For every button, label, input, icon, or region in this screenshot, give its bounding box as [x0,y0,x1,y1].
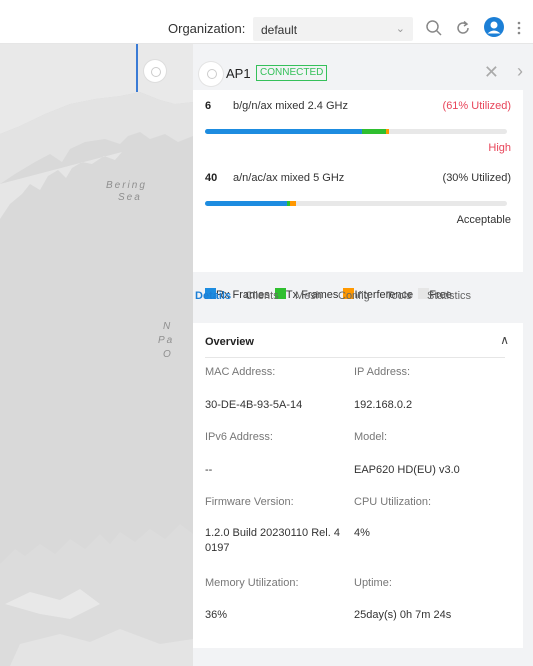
band-utilization: (61% Utilized) [442,100,511,112]
top-bar: Organization: default ⌄ [0,0,533,44]
field-value: 1.2.0 Build 20230110 Rel. 4 0197 [205,527,340,554]
detail-tabs: Details Clients Mesh Config Tools Statis… [193,290,533,310]
field-value: 30-DE-4B-93-5A-14 [205,399,303,411]
band-mode: b/g/n/ax mixed 2.4 GHz [233,100,348,112]
chevron-down-icon: ⌄ [395,23,405,35]
tab-clients[interactable]: Clients [245,290,279,302]
field-value: 192.168.0.2 [354,399,413,411]
field-value: -- [205,464,213,476]
tab-mesh[interactable]: Mesh [295,290,322,302]
field-label: Uptime: [354,577,392,589]
map-ap-marker[interactable] [144,60,166,82]
ap-header: AP1 CONNECTED ✕ › [193,44,533,90]
bar-segment-tx [362,129,387,134]
more-vert-icon[interactable] [515,19,523,37]
bar-segment-interference [289,201,296,206]
band-utilization-bar [205,201,507,206]
collapse-icon[interactable]: ∧​ [500,333,509,347]
band-level: High [488,142,511,154]
field-label: Model: [354,431,388,443]
tab-statistics[interactable]: Statistics [427,290,471,302]
field-value: EAP620 HD(EU) v3.0 [354,464,460,476]
band-level: Acceptable [456,214,511,226]
ap-detail-panel: AP1 CONNECTED ✕ › 6 b/g/n/ax mixed 2.4 G… [193,44,533,666]
map-label-n: N [163,321,173,332]
field-label: IPv6 Address: [205,431,273,443]
radio-utilization-card: 6 b/g/n/ax mixed 2.4 GHz (61% Utilized) … [193,90,523,301]
bar-segment-interference [386,129,390,134]
field-label: MAC Address: [205,366,276,378]
divider [205,357,505,358]
field-value: 36% [205,609,228,621]
map-selection-line [136,44,138,92]
organization-select[interactable]: default ⌄ [253,17,413,41]
field-label: IP Address: [354,366,411,378]
organization-select-value: default [261,23,298,37]
field-label: CPU Utilization: [354,496,432,508]
band-channel: 6 [205,100,212,112]
ap-device-icon [199,62,223,86]
tab-details[interactable]: Details [195,290,231,302]
tab-config[interactable]: Config [338,290,370,302]
map-label-sea: Sea [118,192,142,203]
map-view[interactable]: Bering Sea N Pa O [0,44,193,666]
search-icon[interactable] [425,19,443,37]
bar-segment-rx [205,129,363,134]
overview-card: Overview ∧​ MAC Address: 30-DE-4B-93-5A-… [193,323,523,648]
band-utilization: (30% Utilized) [442,172,511,184]
organization-label: Organization: [168,21,246,36]
band-channel: 40 [205,172,218,184]
ap-status-badge: CONNECTED [256,65,328,81]
bar-segment-rx [205,201,287,206]
band-mode: a/n/ac/ax mixed 5 GHz [233,172,345,184]
tab-tools[interactable]: Tools [386,290,412,302]
refresh-icon[interactable] [454,19,472,37]
chevron-right-icon[interactable]: › [517,61,523,82]
map-label-o: O [163,349,173,360]
field-label: Memory Utilization: [205,577,299,589]
map-label-pa: Pa [158,335,175,346]
band-utilization-bar [205,129,507,134]
user-avatar-icon[interactable] [484,17,504,37]
field-value: 4% [354,527,370,539]
field-value: 25day(s) 0h 7m 24s [354,609,452,621]
overview-title: Overview [205,336,254,348]
map-label-bering: Bering [106,180,147,191]
ap-name: AP1 [226,66,251,81]
field-label: Firmware Version: [205,496,294,508]
close-icon[interactable]: ✕ [484,62,499,83]
